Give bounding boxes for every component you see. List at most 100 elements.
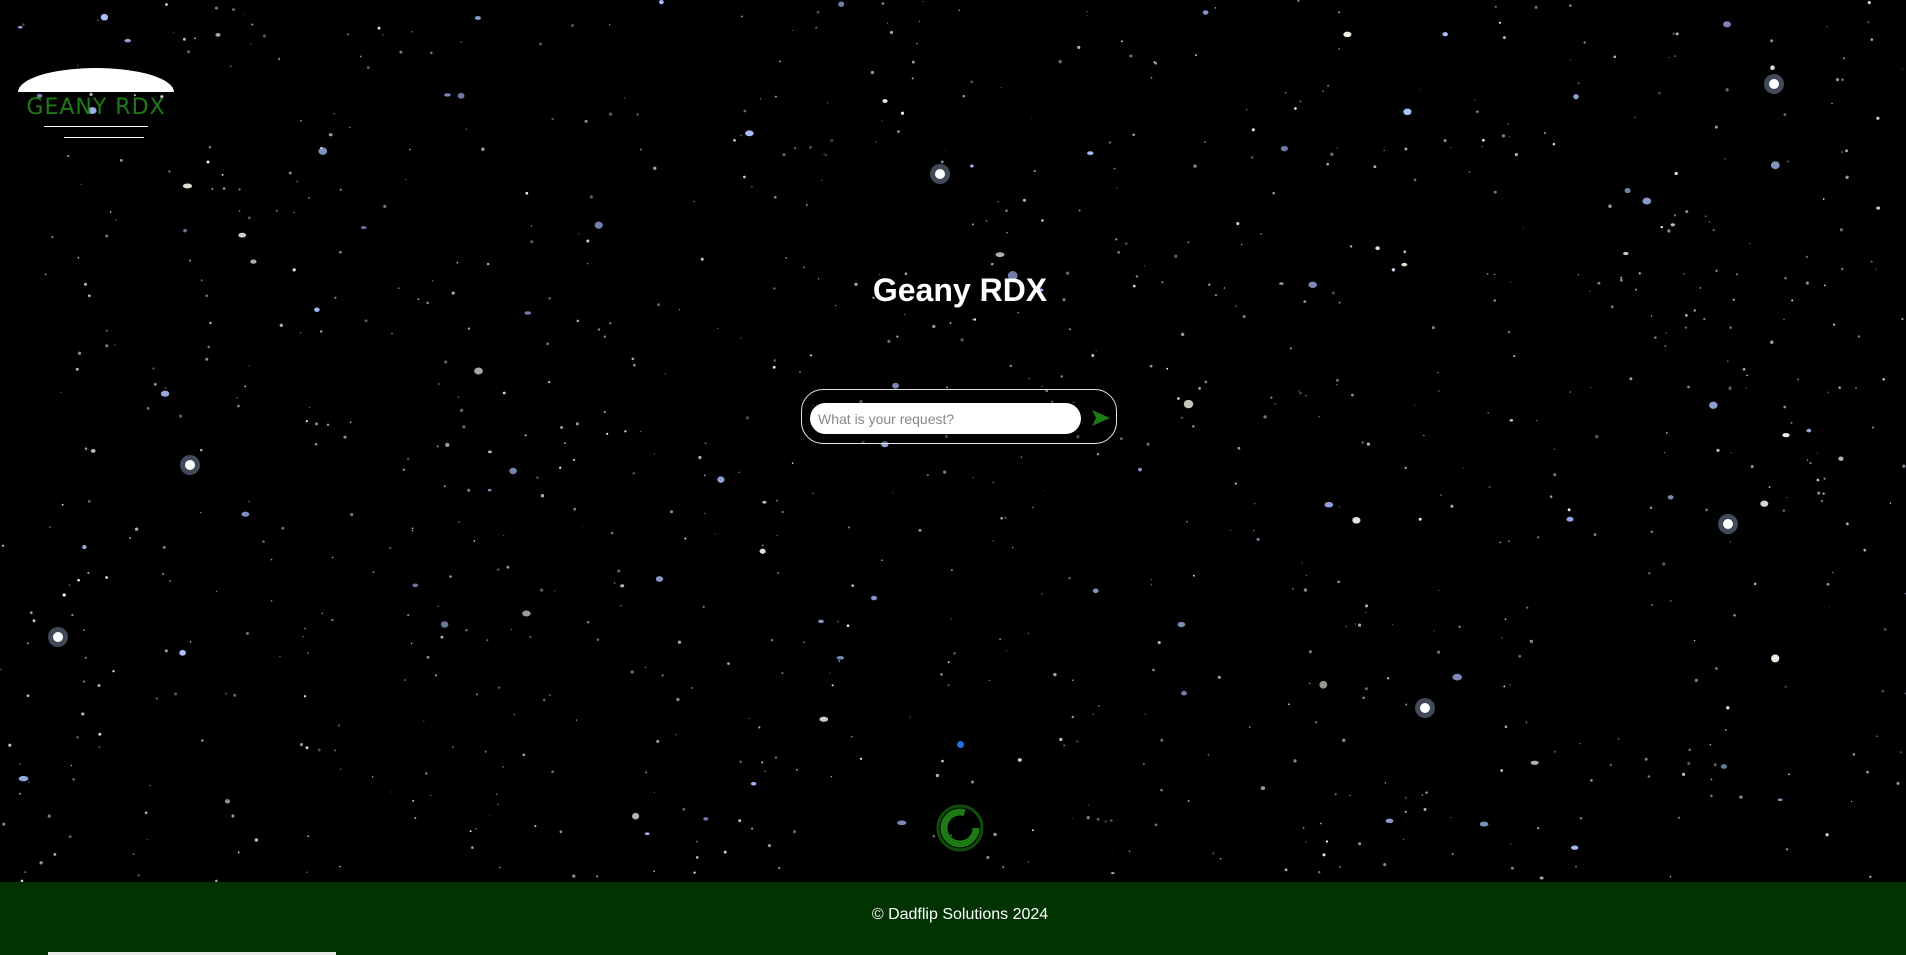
star: [723, 850, 727, 854]
star: [909, 716, 911, 718]
star: [1386, 677, 1390, 680]
star: [791, 29, 793, 32]
star: [1468, 171, 1470, 173]
star: [1128, 850, 1131, 853]
star: [1658, 91, 1661, 95]
galaxy: [1202, 10, 1209, 15]
star: [962, 94, 965, 98]
star: [319, 330, 323, 333]
star: [1462, 467, 1464, 469]
star: [778, 867, 781, 870]
galaxy: [1087, 151, 1094, 156]
star: [1358, 623, 1362, 627]
star: [1425, 791, 1428, 794]
star: [846, 624, 850, 628]
star: [1487, 411, 1490, 414]
star: [1338, 865, 1342, 869]
star: [182, 37, 186, 41]
star: [1121, 40, 1124, 43]
bright-star: [935, 169, 945, 179]
star: [589, 195, 593, 199]
star: [53, 852, 57, 856]
star: [795, 768, 798, 771]
star: [1330, 152, 1334, 156]
star: [870, 70, 875, 75]
star: [560, 426, 564, 429]
star: [799, 371, 801, 373]
star: [251, 23, 254, 26]
star: [1705, 508, 1708, 512]
star: [1674, 55, 1677, 57]
star: [1431, 326, 1435, 330]
star: [224, 692, 227, 695]
star: [614, 582, 616, 584]
star: [214, 6, 218, 10]
star: [1832, 571, 1834, 573]
star: [188, 259, 192, 262]
star: [836, 620, 839, 623]
star: [1160, 738, 1164, 742]
star: [609, 322, 612, 325]
star: [1092, 713, 1095, 715]
star: [513, 713, 516, 716]
star: [481, 147, 485, 151]
galaxy: [1806, 428, 1812, 433]
star: [1745, 387, 1747, 389]
star: [346, 33, 349, 36]
star: [187, 50, 191, 54]
star: [1647, 775, 1651, 778]
logo[interactable]: GEANY RDX: [18, 68, 174, 142]
star: [1132, 133, 1135, 136]
galaxy: [238, 232, 247, 238]
star: [1863, 548, 1866, 552]
star: [1816, 478, 1820, 482]
send-button[interactable]: [1088, 406, 1112, 430]
galaxy: [1723, 21, 1731, 28]
star: [1433, 630, 1435, 632]
star: [1577, 82, 1580, 85]
star: [1710, 778, 1713, 781]
star: [922, 1, 924, 3]
star: [1783, 113, 1787, 116]
star: [307, 652, 309, 654]
star: [1305, 841, 1307, 844]
star: [1443, 139, 1447, 143]
star: [1272, 191, 1276, 195]
star: [77, 64, 79, 66]
star: [1790, 421, 1793, 424]
galaxy: [182, 183, 193, 189]
star: [740, 337, 742, 339]
star: [571, 24, 574, 27]
star: [1488, 486, 1491, 488]
star: [1421, 794, 1424, 796]
star: [1419, 89, 1422, 91]
star: [1308, 682, 1311, 685]
star: [1869, 875, 1872, 878]
star: [1423, 434, 1425, 437]
star: [1715, 667, 1718, 670]
star: [1501, 134, 1506, 138]
star: [71, 613, 74, 617]
galaxy: [444, 93, 451, 97]
search-input[interactable]: [810, 403, 1081, 434]
star: [1152, 668, 1155, 672]
star: [1308, 650, 1312, 654]
star: [1703, 317, 1706, 321]
star: [1020, 456, 1022, 458]
star: [189, 641, 192, 643]
star: [506, 565, 510, 569]
star: [1901, 68, 1903, 70]
star: [1022, 198, 1026, 202]
star: [1660, 225, 1664, 229]
star: [1217, 675, 1221, 679]
star: [684, 537, 687, 540]
star: [1871, 426, 1874, 429]
star: [114, 344, 116, 346]
star: [1299, 100, 1302, 103]
star: [503, 535, 505, 537]
star: [1664, 345, 1667, 347]
star: [1579, 743, 1581, 745]
star: [812, 492, 814, 495]
star: [1713, 763, 1717, 767]
galaxy: [81, 712, 85, 716]
